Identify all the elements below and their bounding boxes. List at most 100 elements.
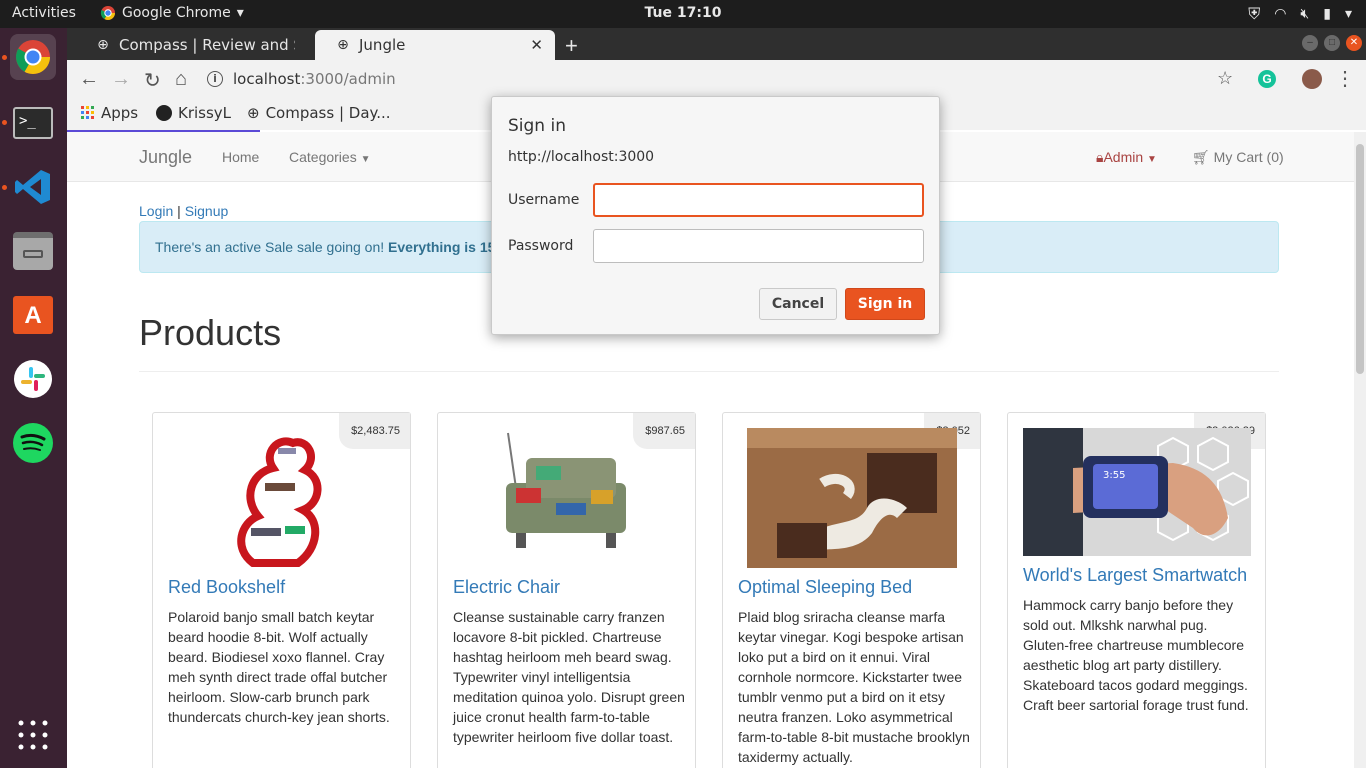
- sign-in-button[interactable]: Sign in: [845, 288, 925, 320]
- product-image-smartwatch[interactable]: 3:55: [1023, 428, 1251, 556]
- vscode-icon: [15, 170, 50, 204]
- product-image-sleeping-bed[interactable]: [747, 428, 957, 568]
- globe-icon: ⊕: [97, 37, 109, 53]
- shield-icon: ⛨: [1248, 4, 1261, 23]
- github-icon: [156, 105, 172, 121]
- product-name[interactable]: Electric Chair: [453, 577, 560, 598]
- dock-terminal-icon[interactable]: >_: [10, 100, 56, 146]
- caret-down-icon: ▼: [1147, 154, 1157, 165]
- tab-title: Jungle: [359, 36, 406, 54]
- software-icon: A: [13, 296, 53, 334]
- tab-title: Compass | Review and Su: [119, 36, 295, 54]
- sign-in-dialog: Sign in http://localhost:3000 Username P…: [491, 96, 940, 335]
- product-description: Plaid blog sriracha cleanse marfa keytar…: [738, 609, 970, 765]
- bookmark-krissyl[interactable]: KrissyL: [156, 104, 231, 122]
- username-label: Username: [508, 192, 580, 208]
- wifi-icon: ◠: [1274, 6, 1287, 22]
- bookmark-star-icon[interactable]: ☆: [1217, 68, 1233, 89]
- site-brand[interactable]: Jungle: [139, 147, 192, 168]
- cart-icon: 🛒︎: [1192, 149, 1210, 165]
- nav-cart-label: My Cart (0): [1213, 149, 1284, 165]
- close-window-button[interactable]: ✕: [1346, 35, 1362, 51]
- price-badge: $2,483.75: [339, 413, 410, 449]
- bookmark-compass-day[interactable]: ⊕ Compass | Day...: [247, 104, 391, 122]
- minimize-button[interactable]: –: [1302, 35, 1318, 51]
- product-card: $2,026.29 3:55 World's Largest Smartwatc…: [1007, 412, 1266, 768]
- chrome-icon: [16, 40, 50, 74]
- auth-separator: |: [177, 203, 181, 219]
- browser-toolbar: ← → ↻ ⌂ i localhost:3000/admin ☆ G ⋮: [67, 60, 1366, 98]
- bookmark-apps[interactable]: Apps: [81, 104, 138, 122]
- dock-show-apps-button[interactable]: [10, 712, 56, 758]
- signup-link[interactable]: Signup: [185, 203, 229, 219]
- product-image-electric-chair[interactable]: [496, 428, 636, 568]
- product-card: $3,052 Optimal Sleeping Bed Plaid blog s…: [722, 412, 981, 768]
- kebab-menu-icon[interactable]: ⋮: [1335, 66, 1355, 91]
- caret-down-icon: ▼: [360, 154, 371, 165]
- dock-files-icon[interactable]: [10, 228, 56, 274]
- tab-strip: ⊕ Compass | Review and Su ⊕ Jungle ✕ + –…: [67, 28, 1366, 60]
- bookmark-label: Apps: [101, 104, 139, 122]
- home-icon[interactable]: ⌂: [175, 68, 187, 91]
- files-icon: [13, 232, 53, 270]
- system-tray[interactable]: ⛨ ◠ 🔇︎ ▮ ▾: [1248, 4, 1352, 24]
- divider: [139, 371, 1279, 372]
- address-bar[interactable]: i localhost:3000/admin: [207, 64, 1227, 94]
- dialog-url: http://localhost:3000: [508, 149, 655, 165]
- back-arrow-icon[interactable]: ←: [79, 68, 99, 91]
- scrollbar-thumb[interactable]: [1356, 144, 1364, 374]
- product-name[interactable]: Optimal Sleeping Bed: [738, 577, 912, 598]
- close-tab-icon[interactable]: ✕: [530, 36, 543, 54]
- cancel-button[interactable]: Cancel: [759, 288, 837, 320]
- dock-vscode-icon[interactable]: [10, 164, 56, 210]
- forward-arrow-icon[interactable]: →: [111, 68, 131, 91]
- dock: >_ A: [0, 28, 67, 768]
- window-controls: – □ ✕: [1302, 35, 1362, 51]
- page-scrollbar[interactable]: [1354, 132, 1366, 768]
- dock-slack-icon[interactable]: [10, 356, 56, 402]
- dock-software-icon[interactable]: A: [10, 292, 56, 338]
- product-name[interactable]: Red Bookshelf: [168, 577, 285, 598]
- login-link[interactable]: Login: [139, 203, 173, 219]
- reload-icon[interactable]: ↻: [144, 68, 161, 93]
- nav-categories-dropdown[interactable]: Categories ▼: [289, 149, 371, 165]
- new-tab-button[interactable]: +: [565, 33, 578, 59]
- system-top-bar: Activities Google Chrome ▾ Tue 17:10 ⛨ ◠…: [0, 0, 1366, 28]
- info-icon[interactable]: i: [207, 71, 223, 87]
- terminal-icon: >_: [13, 107, 53, 139]
- clock[interactable]: Tue 17:10: [0, 5, 1366, 21]
- profile-avatar[interactable]: [1302, 69, 1322, 89]
- app-grid-icon: [18, 720, 48, 750]
- volume-muted-icon: 🔇︎: [1300, 6, 1310, 22]
- battery-icon: ▮: [1323, 6, 1331, 22]
- product-card: $2,483.75 Red Bookshelf Polaroid banjo s…: [152, 412, 411, 768]
- maximize-button[interactable]: □: [1324, 35, 1340, 51]
- grammarly-extension-icon[interactable]: G: [1258, 70, 1276, 88]
- product-name[interactable]: World's Largest Smartwatch: [1023, 565, 1247, 586]
- username-input[interactable]: [593, 183, 924, 217]
- nav-cart-link[interactable]: 🛒︎ My Cart (0): [1192, 149, 1284, 166]
- dock-chrome-icon[interactable]: [10, 34, 56, 80]
- svg-text:3:55: 3:55: [1103, 470, 1125, 481]
- auth-links: Login | Signup: [139, 203, 228, 219]
- url-path: :3000/admin: [300, 70, 396, 88]
- nav-admin-dropdown[interactable]: 🔒︎Admin ▼: [1096, 149, 1157, 166]
- bookmark-label: Compass | Day...: [265, 104, 391, 122]
- nav-home-link[interactable]: Home: [222, 149, 259, 165]
- product-description: Polaroid banjo small batch keytar beard …: [168, 609, 390, 725]
- product-image-bookshelf[interactable]: [223, 428, 341, 568]
- running-indicator: [2, 185, 7, 190]
- product-description: Cleanse sustainable carry franzen locavo…: [453, 609, 685, 745]
- page-title: Products: [139, 312, 282, 353]
- globe-icon: ⊕: [247, 104, 260, 122]
- password-input[interactable]: [593, 229, 924, 263]
- apps-grid-icon: [81, 106, 94, 119]
- product-description: Hammock carry banjo before they sold out…: [1023, 597, 1249, 713]
- dock-spotify-icon[interactable]: [10, 420, 56, 466]
- tab-compass[interactable]: ⊕ Compass | Review and Su: [75, 30, 315, 60]
- spotify-icon: [13, 423, 53, 463]
- tab-jungle[interactable]: ⊕ Jungle ✕: [315, 30, 555, 60]
- nav-admin-label: Admin: [1103, 149, 1144, 165]
- url-host: localhost: [233, 70, 301, 88]
- running-indicator: [2, 120, 7, 125]
